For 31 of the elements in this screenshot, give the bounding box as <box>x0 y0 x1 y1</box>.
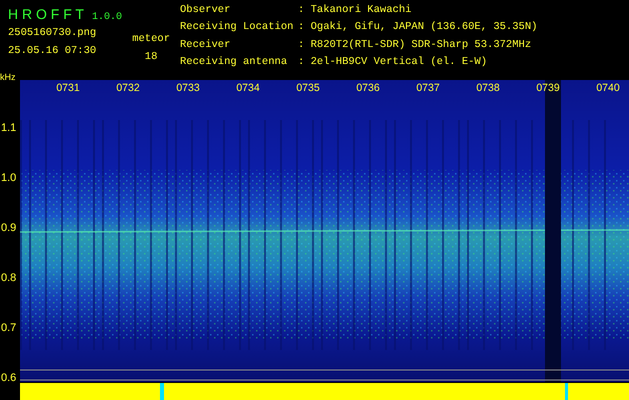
frequency-label: 1.1 <box>1 122 16 134</box>
info-value: : Takanori Kawachi <box>298 4 412 18</box>
time-label: 0733 <box>175 82 201 94</box>
time-label: 0740 <box>595 82 621 94</box>
info-value: : R820T2(RTL-SDR) SDR-Sharp 53.372MHz <box>298 38 532 52</box>
time-label: 0734 <box>235 82 261 94</box>
app-title: H R O F F T <box>8 6 84 22</box>
info-label: Observer <box>180 4 232 18</box>
info-value: : 2el-HB9CV Vertical (el. E-W) <box>298 56 488 70</box>
meteor-count: 18 <box>144 51 158 63</box>
info-value: : Ogaki, Gifu, JAPAN (136.60E, 35.35N) <box>298 21 538 36</box>
frequency-label: 0.6 <box>1 372 16 384</box>
time-label: 0735 <box>295 82 321 94</box>
info-label: Receiving Location <box>180 21 294 36</box>
time-label: 0737 <box>415 82 441 94</box>
frequency-label: 0.8 <box>1 272 16 284</box>
version-label: 1.0.0 <box>92 12 122 23</box>
info-label: Receiving antenna <box>180 56 288 70</box>
file-name: 2505160730.png <box>8 27 96 39</box>
frequency-label: 0.7 <box>1 322 16 334</box>
info-label: Receiver <box>180 38 232 52</box>
time-label: 0731 <box>55 82 81 94</box>
meteor-label: meteor <box>132 33 170 45</box>
frequency-label: 1.0 <box>1 172 16 184</box>
unit-label: kHz <box>0 72 16 82</box>
time-label: 0738 <box>475 82 501 94</box>
frequency-label: 0.9 <box>1 222 16 234</box>
time-label: 0736 <box>355 82 381 94</box>
time-label: 0732 <box>115 82 141 94</box>
date-time: 25.05.16 07:30 <box>8 45 96 57</box>
time-label: 0739 <box>535 82 561 94</box>
